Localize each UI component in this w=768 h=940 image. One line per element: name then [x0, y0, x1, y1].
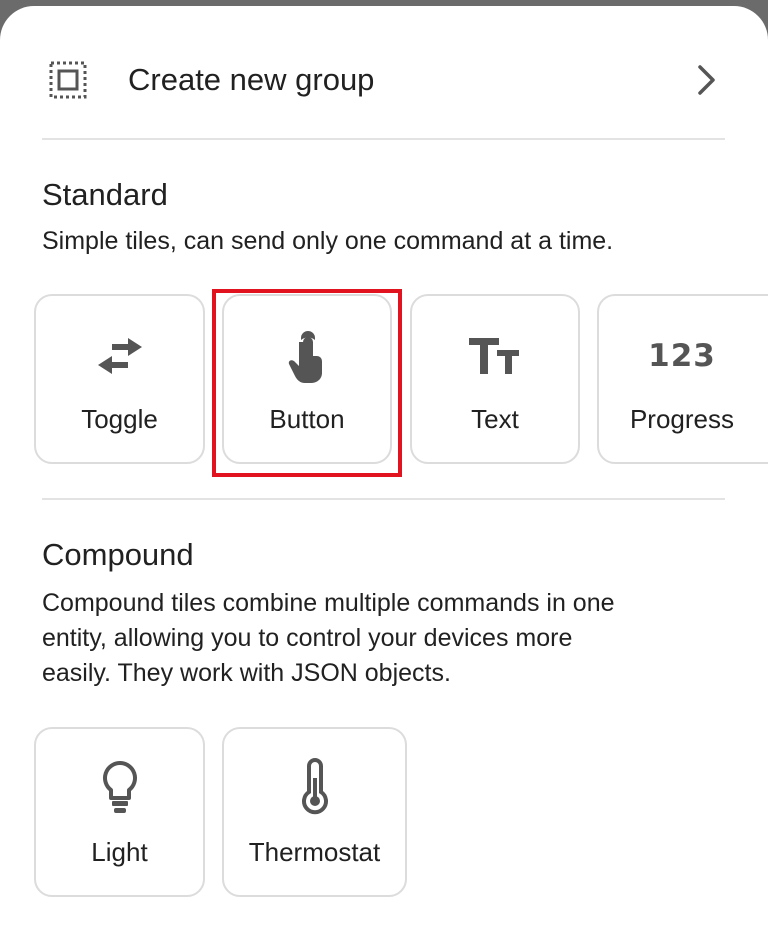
divider	[42, 498, 725, 500]
divider	[42, 138, 725, 140]
lightbulb-icon	[102, 761, 137, 813]
tile-text[interactable]: Text	[410, 294, 580, 464]
thermometer-icon	[301, 758, 328, 815]
tile-label: Thermostat	[248, 837, 381, 867]
tile-label: Text	[471, 404, 519, 434]
tile-label: Toggle	[81, 404, 158, 434]
standard-section-title: Standard	[42, 177, 168, 212]
standard-section-description: Simple tiles, can send only one command …	[42, 227, 614, 255]
description-line: Compound tiles combine multiple commands…	[42, 589, 615, 617]
tile-thermostat[interactable]: Thermostat	[222, 727, 407, 897]
description-line: easily. They work with JSON objects.	[42, 659, 451, 687]
tile-toggle[interactable]: Toggle	[34, 294, 205, 464]
compound-section-title: Compound	[42, 537, 194, 572]
chevron-right-icon	[698, 65, 715, 95]
description-line: entity, allowing you to control your dev…	[42, 624, 573, 652]
tile-light[interactable]: Light	[34, 727, 205, 897]
bottom-sheet: Create new group Standard Simple tiles, …	[0, 6, 768, 940]
swap-arrows-icon	[97, 338, 142, 374]
compound-section-description: Compound tiles combine multiple commands…	[42, 586, 742, 691]
tile-label: Light	[91, 837, 148, 867]
create-new-group-label: Create new group	[128, 62, 375, 97]
tile-progress[interactable]: 123 Progress	[597, 294, 768, 464]
numbers-icon: 123	[648, 338, 716, 374]
tile-label: Progress	[629, 404, 735, 434]
create-new-group-row[interactable]: Create new group	[0, 46, 768, 118]
dashed-group-icon	[49, 61, 87, 99]
highlight-box	[212, 289, 402, 477]
text-size-icon	[469, 338, 519, 374]
